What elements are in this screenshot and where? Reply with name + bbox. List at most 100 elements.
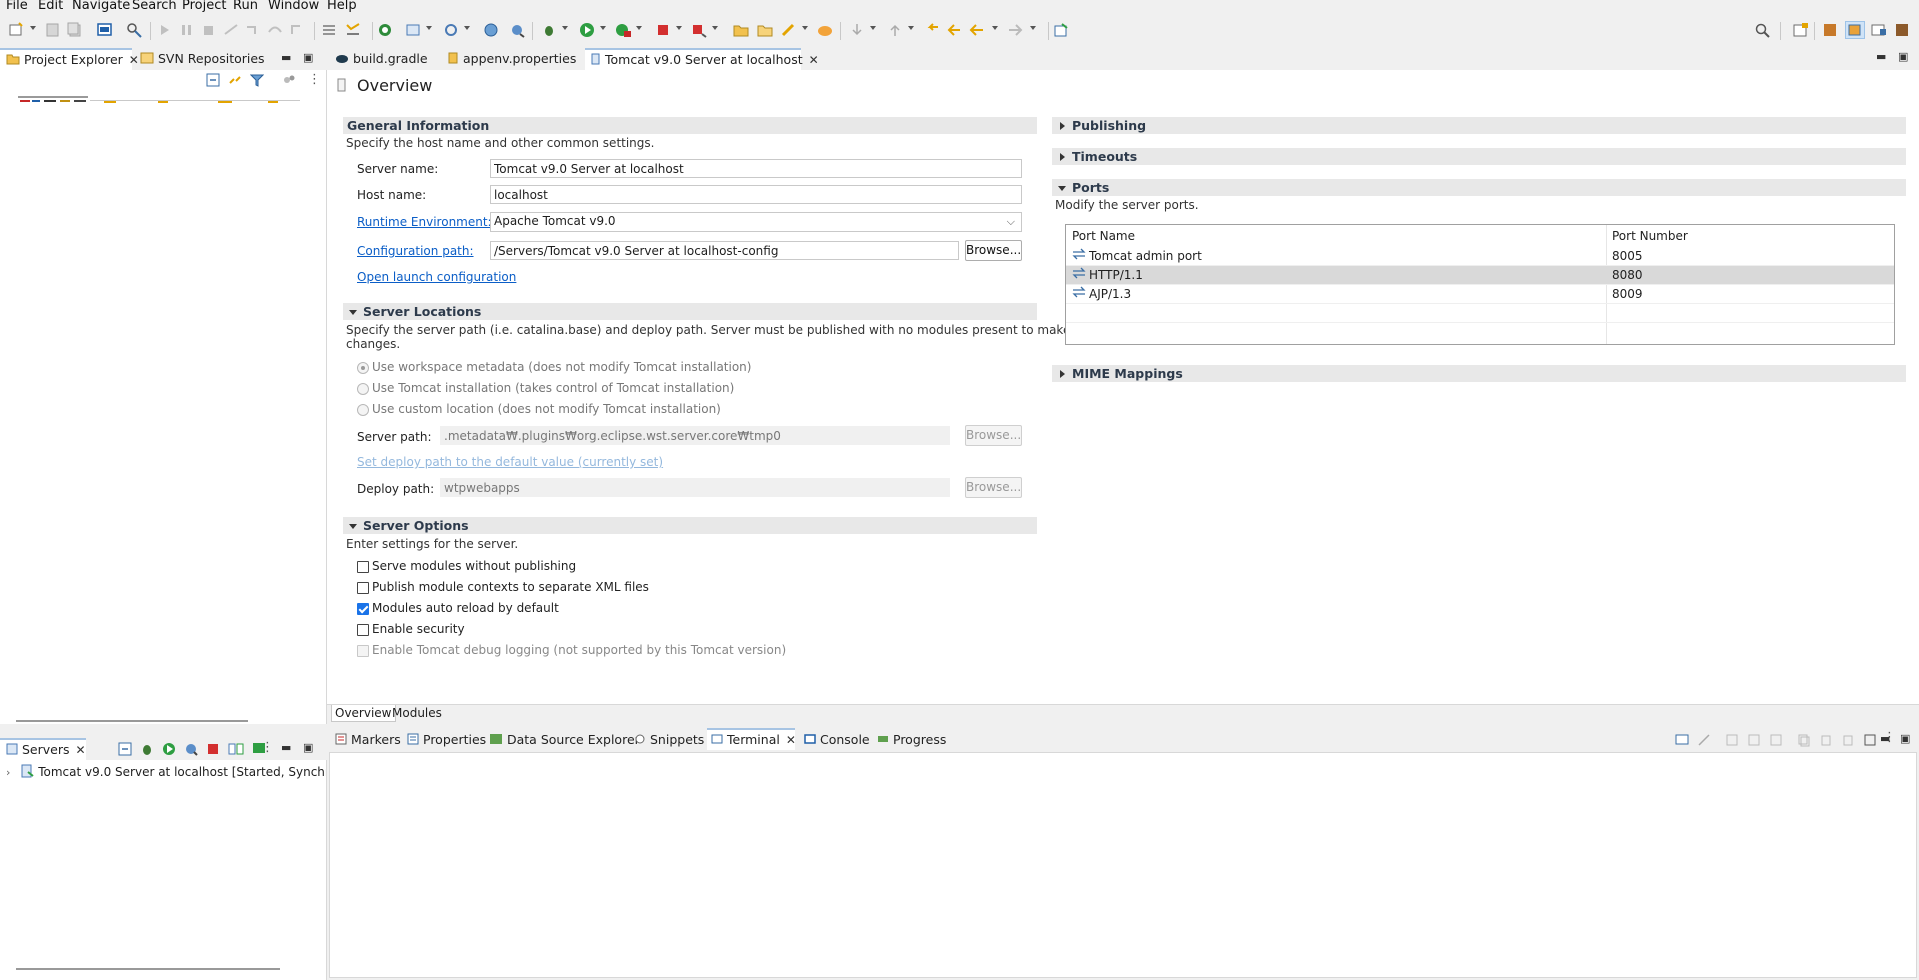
terminate-icon[interactable] <box>200 22 218 38</box>
perspective-debug-icon[interactable] <box>1870 22 1888 38</box>
tab-terminal[interactable]: Terminal ✕ <box>707 728 796 750</box>
search-tool-icon[interactable] <box>126 22 144 38</box>
close-icon[interactable]: ✕ <box>786 731 796 750</box>
menu-project[interactable]: Project <box>182 0 226 13</box>
disconnect-terminal-icon[interactable] <box>1697 733 1711 750</box>
disconnect-icon[interactable] <box>222 22 240 38</box>
column-header-port-number[interactable]: Port Number <box>1606 225 1894 247</box>
perspective-java-icon[interactable] <box>1822 22 1840 38</box>
save-all-icon[interactable] <box>66 22 84 38</box>
terminal-action-icon[interactable] <box>1769 733 1783 750</box>
minimize-icon[interactable]: ▬ <box>281 51 291 64</box>
configuration-path-link[interactable]: Configuration path: <box>357 244 474 258</box>
port-number-cell[interactable]: 8009 <box>1606 285 1643 304</box>
refresh-icon[interactable] <box>442 22 460 38</box>
stop-server-icon[interactable] <box>206 742 220 759</box>
tab-tomcat-server[interactable]: Tomcat v9.0 Server at localhost ✕ <box>585 48 819 70</box>
open-perspective-icon[interactable] <box>1792 22 1810 38</box>
browse-deploy-path-button[interactable]: Browse... <box>965 477 1022 498</box>
bug-icon[interactable] <box>540 22 558 38</box>
minimize-icon[interactable]: ▬ <box>1880 732 1890 745</box>
back-icon[interactable] <box>946 22 964 38</box>
filter-icon[interactable] <box>249 73 265 90</box>
forward-icon[interactable] <box>1006 22 1024 38</box>
collapse-all-icon[interactable] <box>206 73 220 90</box>
port-number-cell[interactable]: 8005 <box>1606 247 1643 266</box>
search-icon[interactable] <box>1754 22 1772 38</box>
profile-icon[interactable] <box>690 22 708 38</box>
run-icon[interactable] <box>578 22 596 38</box>
view-menu-icon[interactable]: ⋮ <box>308 72 321 87</box>
task-icon[interactable] <box>816 22 834 38</box>
maximize-icon[interactable]: ▣ <box>1898 50 1908 63</box>
minimize-icon[interactable]: ▬ <box>281 741 291 754</box>
folder-icon[interactable] <box>756 22 774 38</box>
external-tools-icon[interactable] <box>508 22 526 38</box>
tab-markers[interactable]: Markers <box>335 729 401 751</box>
tab-appenv-properties[interactable]: appenv.properties <box>447 48 576 70</box>
tab-progress[interactable]: Progress <box>877 729 946 751</box>
pin-editor-icon[interactable] <box>1052 22 1070 38</box>
section-timeouts[interactable]: Timeouts <box>1052 148 1906 165</box>
server-name-field[interactable] <box>490 159 1022 178</box>
tab-console[interactable]: Console <box>804 729 870 751</box>
stop-icon[interactable] <box>654 22 672 38</box>
section-server-locations[interactable]: Server Locations <box>343 303 1037 320</box>
focus-icon[interactable] <box>282 73 296 90</box>
server-tree-item[interactable]: › Tomcat v9.0 Server at localhost [Start… <box>6 764 326 782</box>
menu-edit[interactable]: Edit <box>38 0 63 13</box>
table-row[interactable]: Tomcat admin port 8005 <box>1066 247 1894 266</box>
open-terminal-icon[interactable] <box>96 22 114 38</box>
toggle-mark-icon[interactable] <box>344 22 362 38</box>
collapse-all-icon[interactable] <box>118 742 132 759</box>
debug-server-icon[interactable] <box>140 742 154 759</box>
copy-icon[interactable] <box>1797 733 1811 750</box>
port-number-cell[interactable]: 8080 <box>1606 266 1643 285</box>
runtime-environment-select[interactable]: Apache Tomcat v9.0 ⌵ <box>490 212 1022 232</box>
terminal-console-icon[interactable] <box>1675 733 1689 750</box>
set-deploy-path-link[interactable]: Set deploy path to the default value (cu… <box>357 455 663 469</box>
host-name-field[interactable] <box>490 185 1022 204</box>
close-icon[interactable]: ✕ <box>809 51 819 70</box>
back-arrow-icon[interactable] <box>968 22 986 38</box>
serve-modules-checkbox[interactable] <box>357 561 369 573</box>
pin-icon[interactable] <box>1841 733 1855 750</box>
section-publishing[interactable]: Publishing <box>1052 117 1906 134</box>
deploy-path-field[interactable] <box>440 478 950 497</box>
configuration-path-field[interactable] <box>490 241 959 260</box>
menu-search[interactable]: Search <box>132 0 177 13</box>
maximize-icon[interactable]: ▣ <box>303 741 313 754</box>
chevron-right-icon[interactable]: › <box>6 766 10 779</box>
menu-help[interactable]: Help <box>327 0 357 13</box>
auto-reload-checkbox[interactable] <box>357 603 369 615</box>
open-folder-icon[interactable] <box>732 22 750 38</box>
enable-security-checkbox[interactable] <box>357 624 369 636</box>
tab-build-gradle[interactable]: build.gradle <box>335 48 435 70</box>
coverage-icon[interactable] <box>614 22 632 38</box>
list-icon[interactable] <box>320 22 338 38</box>
terminal-action-icon[interactable] <box>1725 733 1739 750</box>
section-mime-mappings[interactable]: MIME Mappings <box>1052 365 1906 382</box>
menu-run[interactable]: Run <box>233 0 258 13</box>
start-server-icon[interactable] <box>162 742 176 759</box>
tab-overview[interactable]: Overview <box>331 705 396 722</box>
open-console-icon[interactable] <box>1863 733 1877 750</box>
horizontal-scrollbar[interactable] <box>16 720 248 722</box>
save-icon[interactable] <box>44 22 62 38</box>
view-menu-icon[interactable]: ⋮ <box>261 740 274 755</box>
table-row[interactable]: HTTP/1.1 8080 <box>1066 266 1894 285</box>
tab-servers[interactable]: Servers ✕ <box>0 738 86 760</box>
tab-snippets[interactable]: Snippets <box>634 729 704 751</box>
horizontal-scrollbar[interactable] <box>16 968 280 970</box>
step-into-icon[interactable] <box>244 22 262 38</box>
column-header-port-name[interactable]: Port Name <box>1066 225 1606 247</box>
table-row[interactable]: AJP/1.3 8009 <box>1066 285 1894 304</box>
maximize-icon[interactable]: ▣ <box>303 51 313 64</box>
close-icon[interactable]: ✕ <box>76 741 86 760</box>
tomcat-installation-radio[interactable] <box>357 383 369 395</box>
suspend-icon[interactable] <box>178 22 196 38</box>
section-ports[interactable]: Ports <box>1052 179 1906 196</box>
debug-logging-checkbox[interactable] <box>357 645 369 657</box>
tab-data-source-explorer[interactable]: Data Source Explorer <box>489 729 640 751</box>
workspace-metadata-radio[interactable] <box>357 362 369 374</box>
